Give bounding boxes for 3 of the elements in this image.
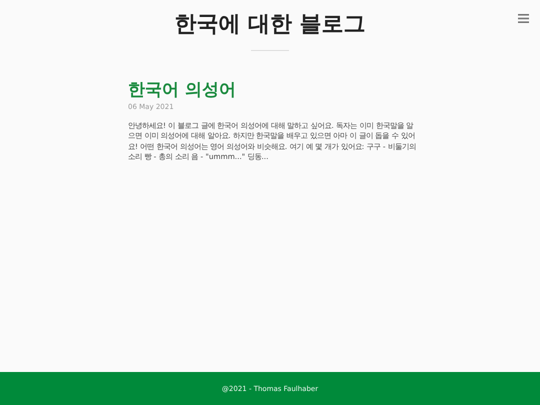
menu-icon[interactable] <box>518 14 529 23</box>
post-title[interactable]: 한국어 의성어 <box>128 79 418 101</box>
blog-title[interactable]: 한국에 대한 블로그 <box>174 10 366 40</box>
